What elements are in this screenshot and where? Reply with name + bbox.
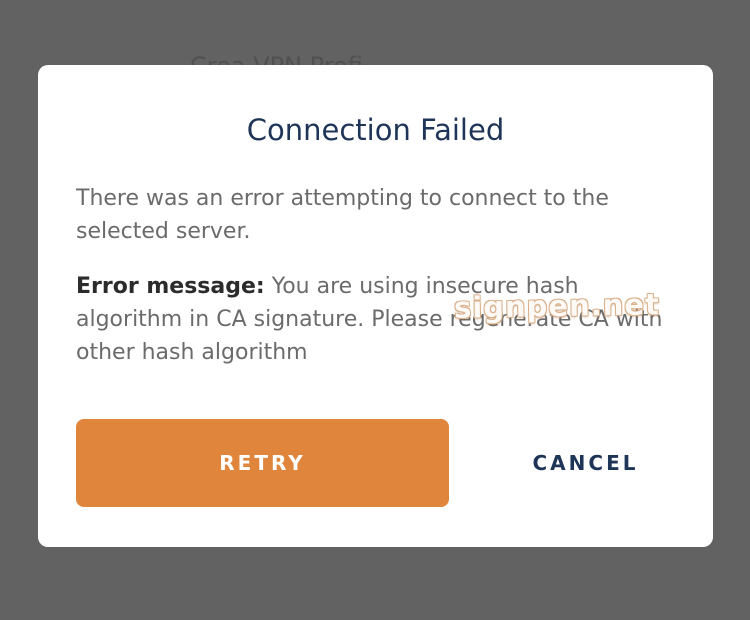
- error-message-label: Error message:: [76, 274, 265, 299]
- connection-failed-dialog: Connection Failed There was an error att…: [38, 65, 713, 547]
- retry-button[interactable]: RETRY: [76, 419, 449, 507]
- dialog-title: Connection Failed: [246, 113, 505, 147]
- cancel-button[interactable]: CANCEL: [493, 419, 678, 507]
- dialog-message: There was an error attempting to connect…: [76, 186, 609, 244]
- error-message-block: Error message: You are using insecure ha…: [76, 270, 676, 369]
